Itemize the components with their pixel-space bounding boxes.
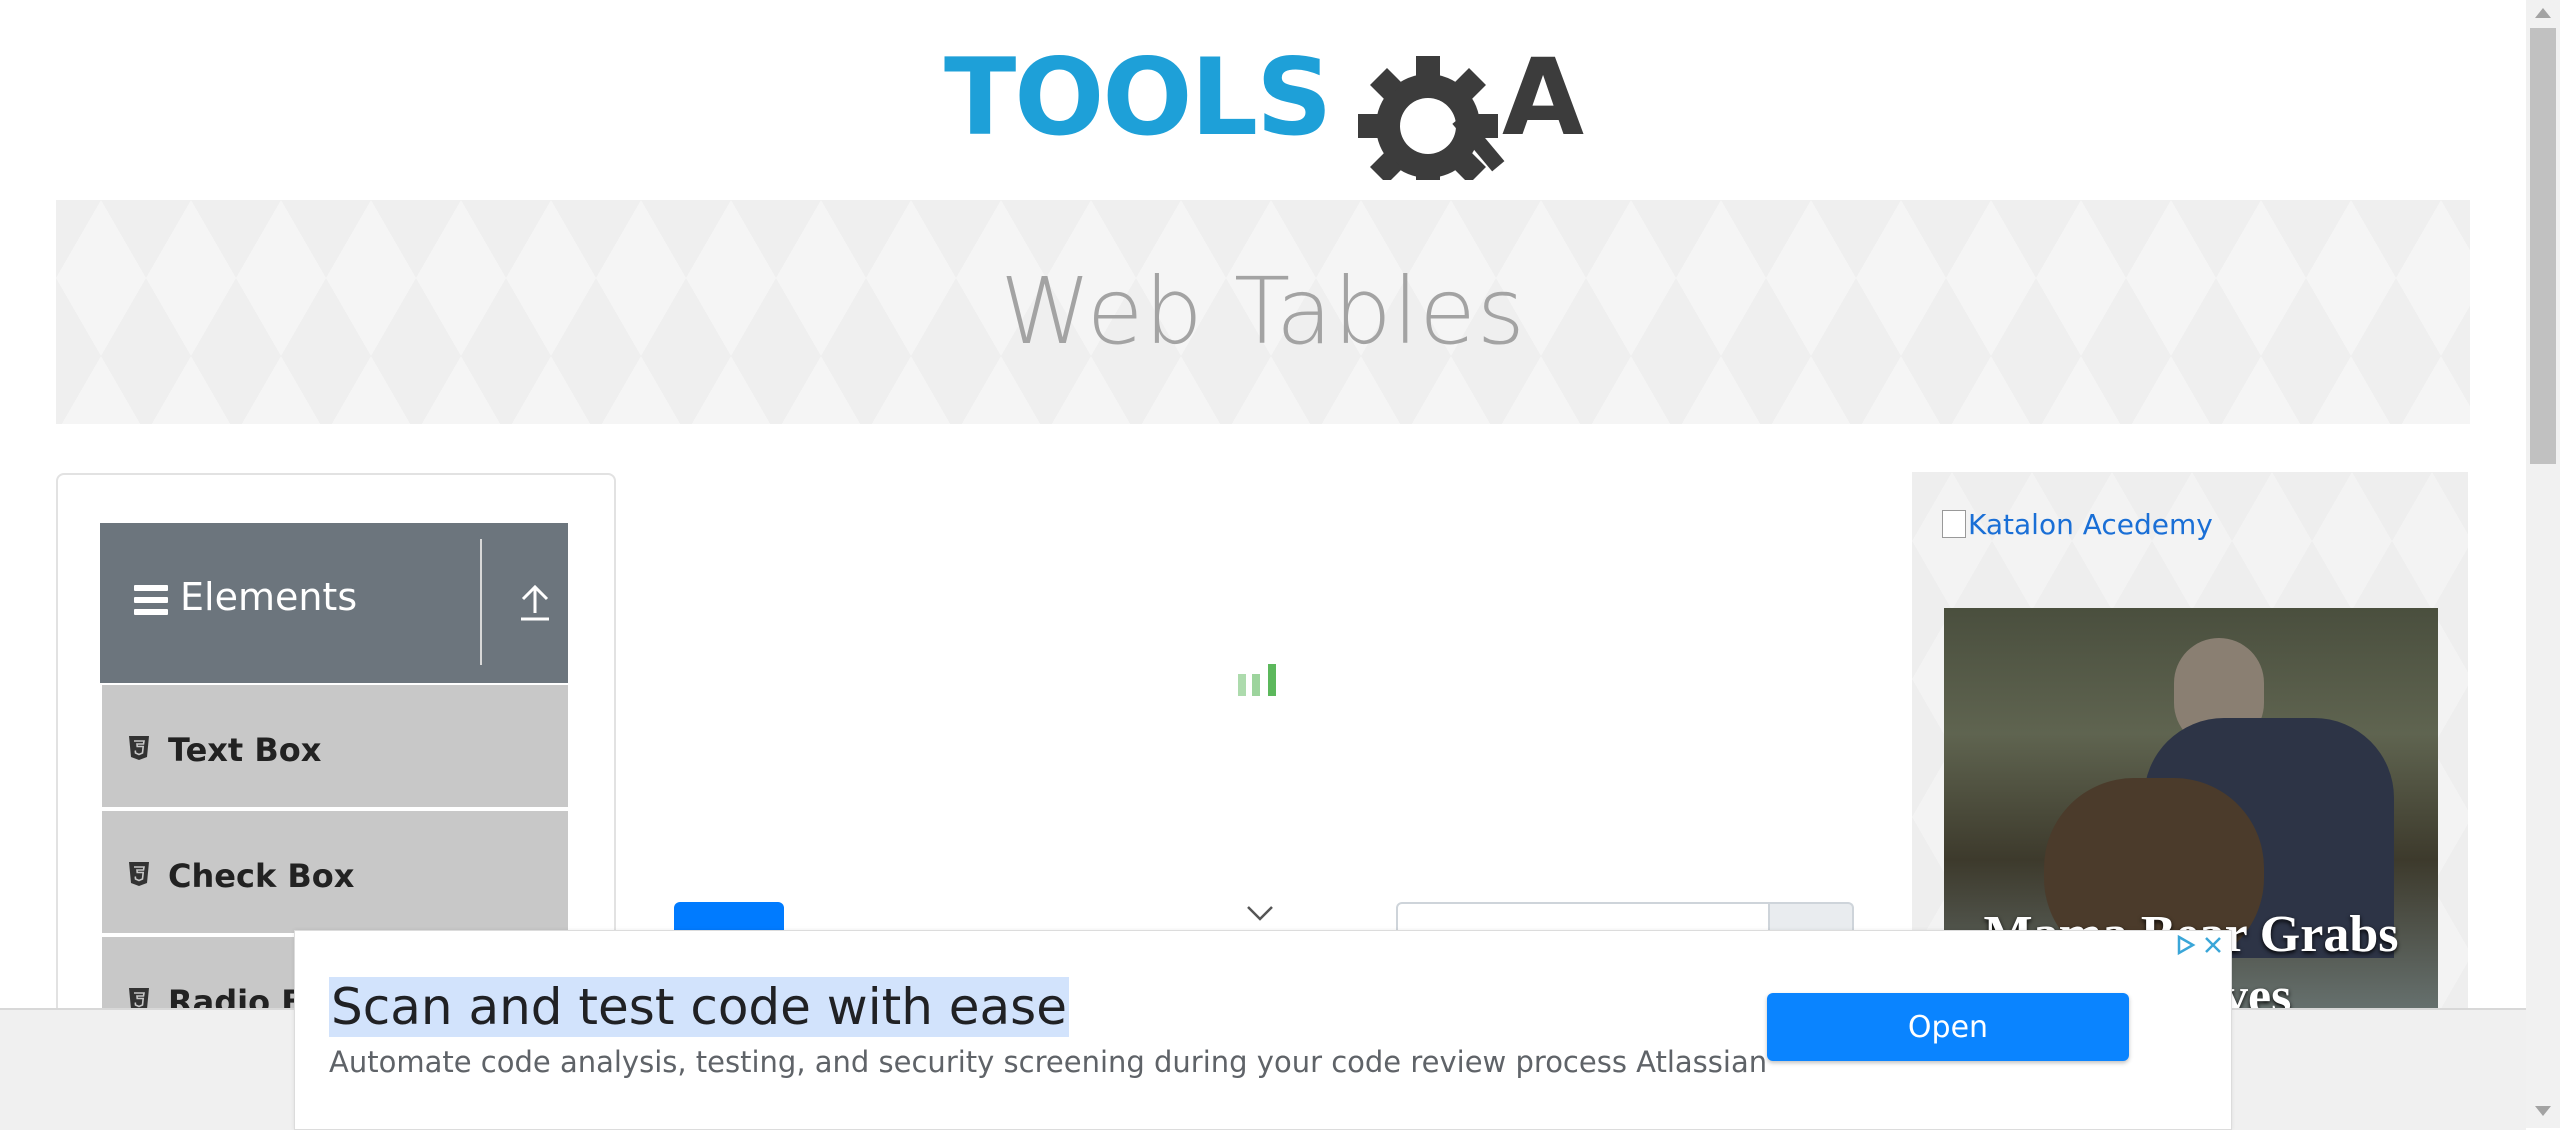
scroll-down-icon[interactable] — [2535, 1106, 2551, 1116]
logo-text-right: A — [1502, 36, 1584, 159]
elements-group-title: Elements — [180, 575, 358, 619]
sidebar-item-check-box[interactable]: Check Box — [102, 811, 568, 935]
bottom-ad-banner[interactable]: Scan and test code with ease Automate co… — [294, 930, 2232, 1130]
sidebar-item-text-box[interactable]: Text Box — [102, 685, 568, 809]
loading-spinner-icon — [1238, 664, 1278, 696]
elements-group-header[interactable]: Elements — [100, 523, 568, 683]
sidebar-item-label: Text Box — [168, 731, 322, 769]
hamburger-icon — [134, 585, 168, 619]
upload-arrow-icon[interactable] — [518, 583, 552, 623]
page-title: Web Tables — [1000, 258, 1526, 365]
katalon-academy-link[interactable]: Katalon Acedemy — [1942, 508, 2213, 541]
ad-headline: Scan and test code with ease — [329, 977, 1069, 1037]
toolsqa-logo[interactable]: TOOLS A — [942, 30, 1592, 196]
katalon-link-text: Katalon Acedemy — [1968, 508, 2213, 541]
page-banner: Web Tables — [56, 200, 2470, 424]
chevron-down-icon[interactable] — [1246, 904, 1274, 922]
gear-icon — [1358, 56, 1505, 196]
ad-open-button[interactable]: Open — [1767, 993, 2129, 1061]
html5-icon — [129, 736, 149, 760]
html5-icon — [129, 862, 149, 886]
broken-image-icon — [1942, 510, 1966, 538]
sidebar-item-label: Check Box — [168, 857, 355, 895]
header-divider — [480, 539, 482, 665]
ad-body-text: Automate code analysis, testing, and sec… — [329, 1045, 1768, 1079]
logo-text-left: TOOLS — [944, 36, 1330, 159]
scroll-up-icon[interactable] — [2535, 8, 2551, 18]
ad-badges — [2171, 931, 2227, 959]
scrollbar-thumb[interactable] — [2530, 28, 2556, 464]
toolsqa-logo-graphic: TOOLS A — [944, 36, 1584, 196]
adchoices-icon[interactable] — [2173, 933, 2197, 957]
vertical-scrollbar[interactable] — [2526, 0, 2560, 1128]
close-icon[interactable] — [2201, 933, 2225, 957]
